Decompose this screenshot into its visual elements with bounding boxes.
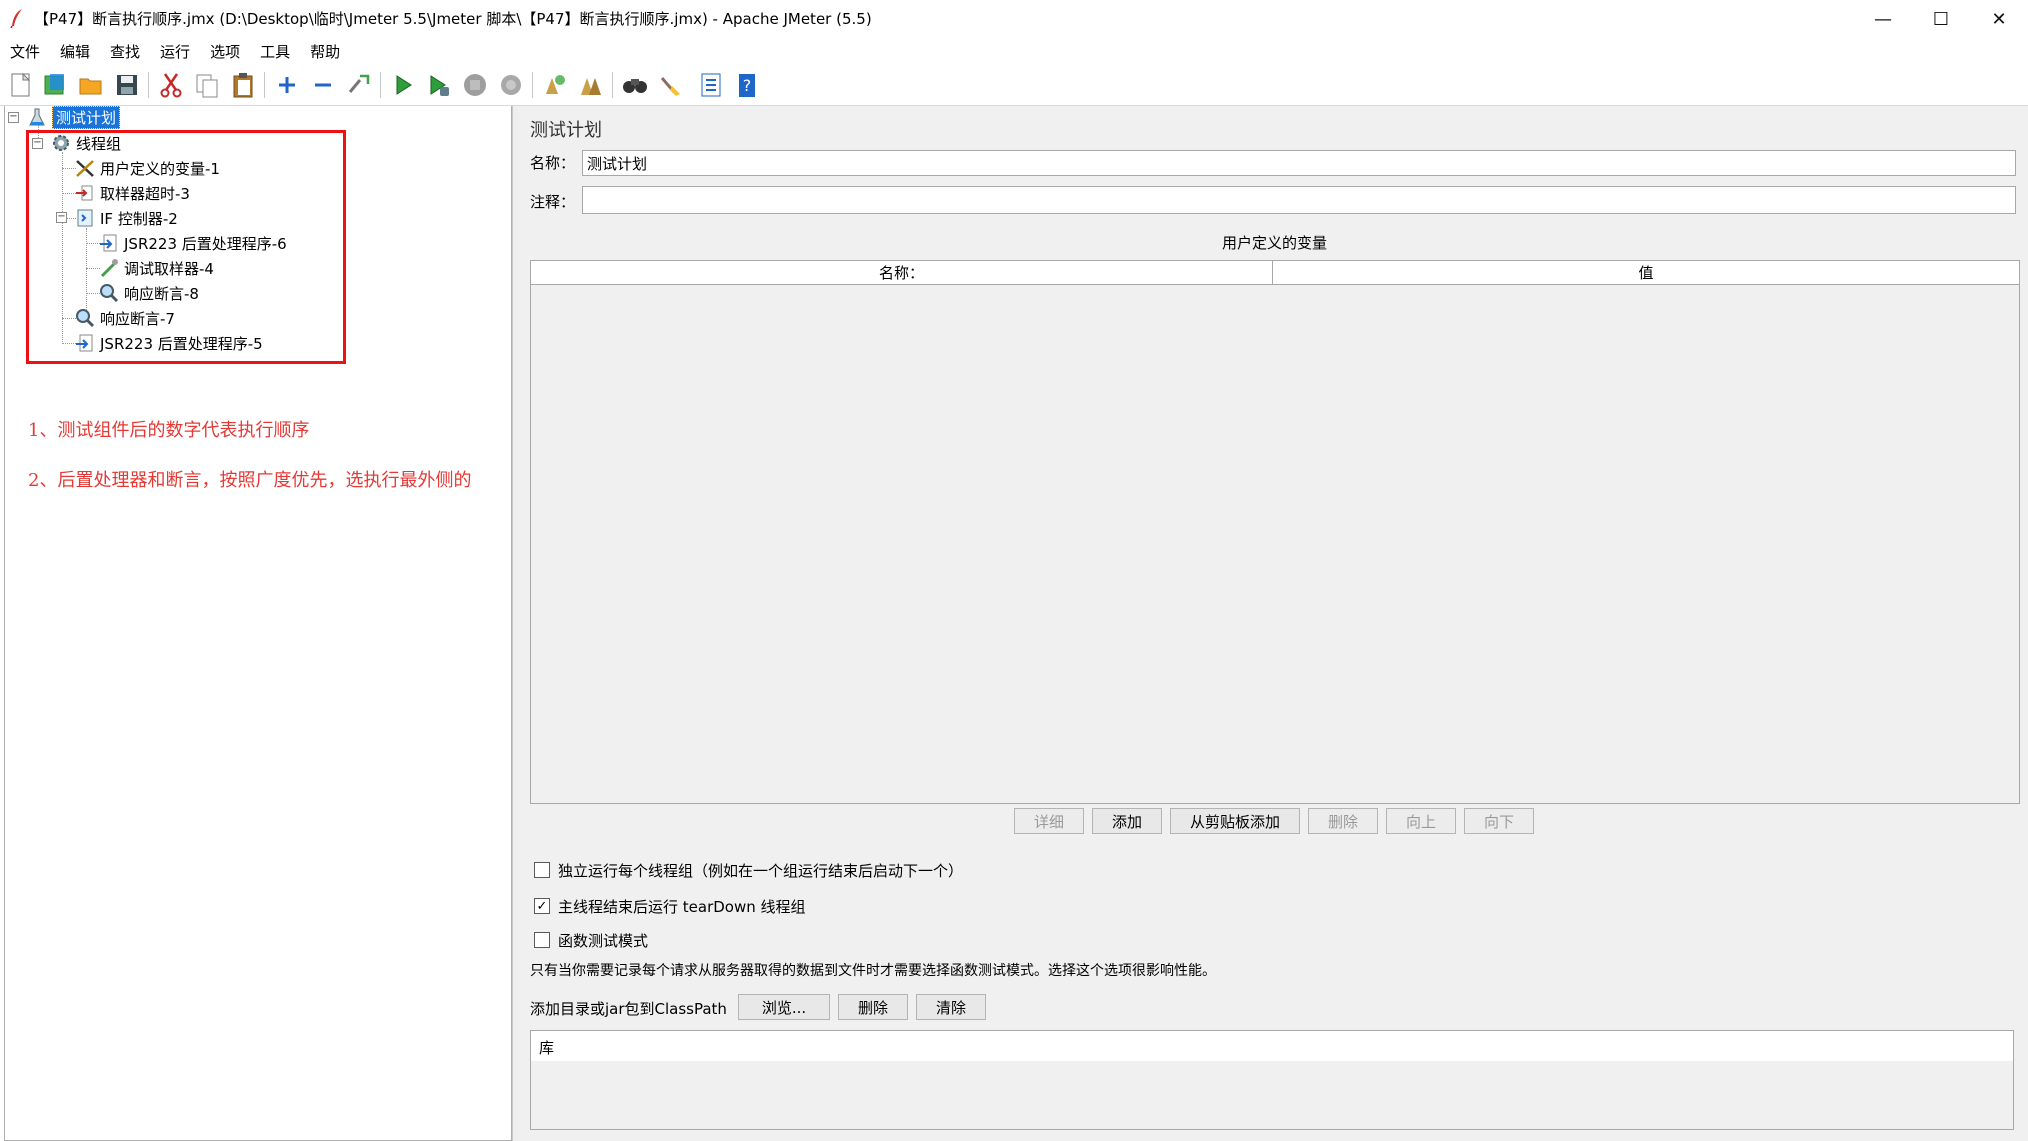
svg-text:?: ? xyxy=(743,76,752,95)
classpath-clear-button[interactable]: 清除 xyxy=(916,994,986,1020)
maximize-button[interactable]: ☐ xyxy=(1912,0,1970,38)
open-icon[interactable] xyxy=(76,70,106,100)
annotation-1: 1、测试组件后的数字代表执行顺序 xyxy=(28,420,310,441)
classpath-label: 添加目录或jar包到ClassPath xyxy=(530,1000,727,1018)
classpath-delete-button[interactable]: 删除 xyxy=(838,994,908,1020)
functional-mode-note: 只有当你需要记录每个请求从服务器取得的数据到文件时才需要选择函数测试模式。选择这… xyxy=(530,963,1216,979)
stop-icon[interactable] xyxy=(460,70,490,100)
menu-options[interactable]: 选项 xyxy=(208,41,242,62)
flask-icon xyxy=(26,107,48,127)
minimize-button[interactable]: — xyxy=(1854,0,1912,38)
browse-button[interactable]: 浏览... xyxy=(738,994,830,1020)
jmeter-feather-icon xyxy=(10,8,24,29)
detail-button[interactable]: 详细 xyxy=(1014,808,1084,834)
expand-all-icon[interactable] xyxy=(272,70,302,100)
user-defined-variables-title: 用户定义的变量 xyxy=(1222,234,1328,252)
menu-help[interactable]: 帮助 xyxy=(308,41,342,62)
help-icon[interactable]: ? xyxy=(732,70,762,100)
toolbar: ? xyxy=(0,64,2028,106)
library-column-header: 库 xyxy=(531,1031,2013,1061)
paste-icon[interactable] xyxy=(228,70,258,100)
window-title: 【P47】断言执行顺序.jmx (D:\Desktop\临时\Jmeter 5.… xyxy=(34,10,872,28)
clear-all-icon[interactable] xyxy=(576,70,606,100)
menu-bar: 文件 编辑 查找 运行 选项 工具 帮助 xyxy=(0,38,2028,64)
cut-icon[interactable] xyxy=(156,70,186,100)
annotation-2: 2、后置处理器和断言，按照广度优先，选执行最外侧的 xyxy=(28,470,472,491)
user-variables-table[interactable]: 名称： 值 xyxy=(530,260,2020,804)
function-helper-icon[interactable] xyxy=(696,70,726,100)
collapse-toggle-test-plan[interactable]: − xyxy=(8,112,19,123)
add-button[interactable]: 添加 xyxy=(1092,808,1162,834)
shutdown-icon[interactable] xyxy=(496,70,526,100)
copy-icon[interactable] xyxy=(192,70,222,100)
save-icon[interactable] xyxy=(112,70,142,100)
name-field[interactable]: 测试计划 xyxy=(582,150,2016,176)
teardown-on-shutdown-label: 主线程结束后运行 tearDown 线程组 xyxy=(558,898,806,916)
menu-search[interactable]: 查找 xyxy=(108,41,142,62)
run-thread-groups-consecutively-checkbox[interactable] xyxy=(534,862,550,878)
templates-icon[interactable] xyxy=(40,70,70,100)
functional-test-mode-checkbox[interactable] xyxy=(534,932,550,948)
menu-tools[interactable]: 工具 xyxy=(258,41,292,62)
column-header-name[interactable]: 名称： xyxy=(531,261,1273,285)
teardown-on-shutdown-checkbox[interactable]: ✓ xyxy=(534,898,550,914)
move-down-button[interactable]: 向下 xyxy=(1464,808,1534,834)
delete-button[interactable]: 删除 xyxy=(1308,808,1378,834)
panel-heading: 测试计划 xyxy=(530,120,602,141)
start-no-pause-icon[interactable] xyxy=(424,70,454,100)
toggle-icon[interactable] xyxy=(344,70,374,100)
run-thread-groups-consecutively-label: 独立运行每个线程组（例如在一个组运行结束后启动下一个） xyxy=(558,862,964,880)
move-up-button[interactable]: 向上 xyxy=(1386,808,1456,834)
collapse-all-icon[interactable] xyxy=(308,70,338,100)
search-icon[interactable] xyxy=(620,70,650,100)
menu-run[interactable]: 运行 xyxy=(158,41,192,62)
menu-edit[interactable]: 编辑 xyxy=(58,41,92,62)
tree-label-test-plan: 测试计划 xyxy=(52,105,121,129)
title-bar: 【P47】断言执行顺序.jmx (D:\Desktop\临时\Jmeter 5.… xyxy=(0,0,2028,38)
comment-field[interactable] xyxy=(582,186,2016,214)
column-header-value[interactable]: 值 xyxy=(1273,261,2019,285)
start-icon[interactable] xyxy=(388,70,418,100)
classpath-library-list[interactable]: 库 xyxy=(530,1030,2014,1130)
add-from-clipboard-button[interactable]: 从剪贴板添加 xyxy=(1170,808,1300,834)
close-button[interactable]: ✕ xyxy=(1970,0,2028,38)
comment-label: 注释： xyxy=(530,193,576,211)
reset-search-icon[interactable] xyxy=(656,70,686,100)
new-icon[interactable] xyxy=(6,70,36,100)
tree-node-test-plan[interactable]: 测试计划 xyxy=(26,105,121,129)
menu-file[interactable]: 文件 xyxy=(8,41,42,62)
clear-icon[interactable] xyxy=(540,70,570,100)
name-label: 名称： xyxy=(530,154,576,172)
highlight-box xyxy=(26,130,346,364)
functional-test-mode-label: 函数测试模式 xyxy=(558,932,649,950)
